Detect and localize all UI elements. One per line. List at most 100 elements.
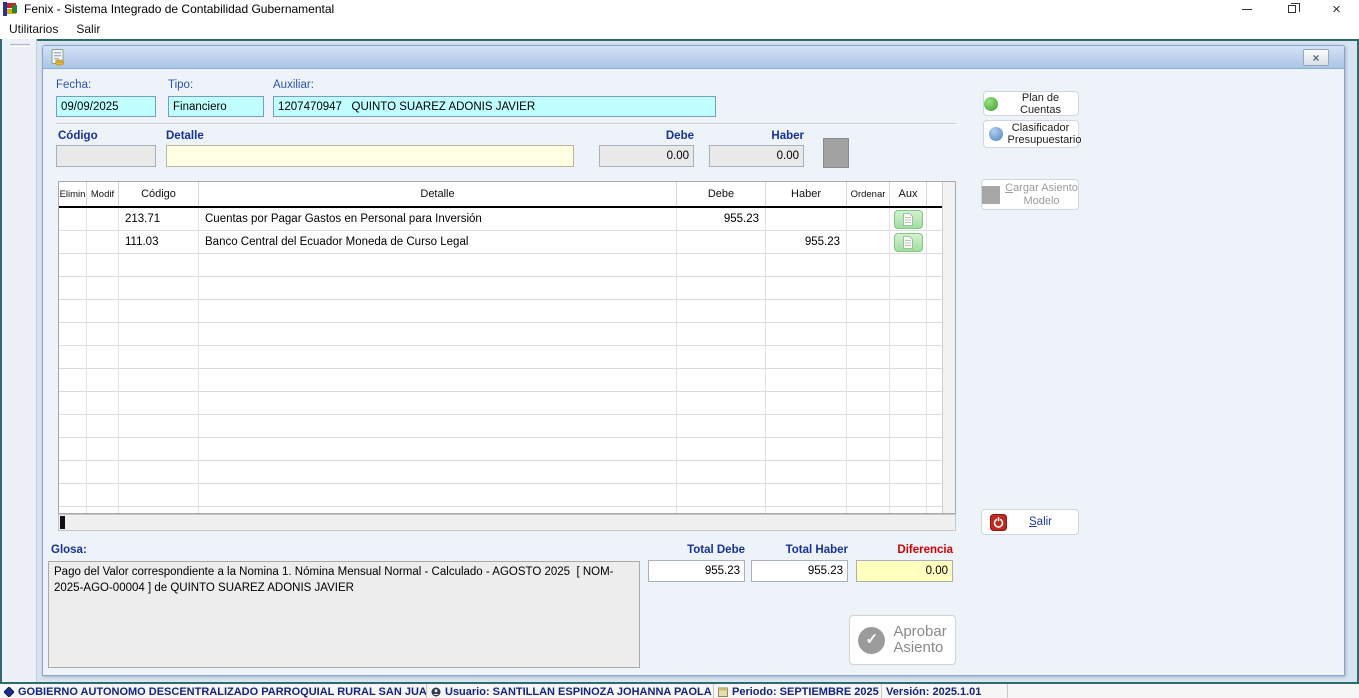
menu-utilitarios[interactable]: Utilitarios	[0, 19, 67, 39]
cell-debe	[677, 231, 766, 253]
detalle-input[interactable]	[166, 145, 574, 167]
asiento-grid: Elimin Modif Código Detalle Debe Haber O…	[58, 181, 956, 514]
auxiliar-label: Auxiliar:	[273, 79, 314, 91]
cell-debe: 955.23	[677, 208, 766, 230]
left-collapsed-panel[interactable]	[2, 39, 37, 682]
empty-row[interactable]	[59, 415, 943, 438]
salir-label: Salir	[1029, 516, 1052, 528]
restore-button[interactable]	[1269, 0, 1314, 18]
app-window: Fenix - Sistema Integrado de Contabilida…	[0, 0, 1359, 698]
detalle-label: Detalle	[166, 130, 204, 142]
empty-row[interactable]	[59, 369, 943, 392]
grid-header-row: Elimin Modif Código Detalle Debe Haber O…	[59, 182, 943, 208]
scrollbar-thumb[interactable]	[60, 516, 65, 529]
aprobar-asiento-button[interactable]: ✓ AprobarAsiento	[849, 615, 956, 665]
cargar-asiento-modelo-button[interactable]: Cargar AsientoModelo	[981, 179, 1079, 210]
empty-row[interactable]	[59, 323, 943, 346]
status-spacer	[1008, 684, 1359, 698]
empty-row[interactable]	[59, 277, 943, 300]
table-vertical-scrollbar[interactable]	[942, 182, 955, 513]
salir-button[interactable]: Salir	[981, 509, 1079, 535]
status-entity: GOBIERNO AUTONOMO DESCENTRALIZADO PARROQ…	[0, 684, 427, 698]
child-title-bar: ×	[43, 46, 1344, 69]
codigo-label: Código	[58, 130, 98, 142]
col-codigo[interactable]: Código	[119, 182, 199, 206]
status-bar: GOBIERNO AUTONOMO DESCENTRALIZADO PARROQ…	[0, 684, 1359, 698]
codigo-input[interactable]	[56, 145, 156, 167]
cell-haber: 955.23	[766, 231, 847, 253]
cargar-label: Cargar AsientoModelo	[1005, 182, 1078, 207]
document-lines-icon	[903, 213, 913, 226]
cell-haber	[766, 208, 847, 230]
fecha-label: Fecha:	[56, 79, 91, 91]
gray-square-icon	[982, 186, 1000, 204]
aprobar-label: AprobarAsiento	[893, 624, 946, 657]
empty-row[interactable]	[59, 484, 943, 507]
empty-row[interactable]	[59, 346, 943, 369]
col-haber[interactable]: Haber	[766, 182, 847, 206]
empty-row[interactable]	[59, 300, 943, 323]
col-debe[interactable]: Debe	[677, 182, 766, 206]
table-horizontal-scrollbar[interactable]	[58, 514, 956, 531]
separator-line	[56, 123, 956, 125]
col-elimin[interactable]: Elimin	[59, 182, 87, 206]
document-coins-icon	[50, 49, 66, 66]
restore-icon	[1288, 5, 1296, 13]
total-haber-value	[751, 560, 848, 582]
check-icon: ✓	[858, 627, 885, 654]
app-icon	[3, 2, 18, 16]
auxiliar-input[interactable]	[273, 96, 716, 117]
close-icon: ×	[1332, 1, 1341, 18]
haber-label: Haber	[709, 130, 804, 142]
empty-row[interactable]	[59, 392, 943, 415]
col-ordenar[interactable]: Ordenar	[847, 182, 890, 206]
col-aux[interactable]: Aux	[890, 182, 927, 206]
cell-codigo: 111.03	[119, 231, 199, 253]
table-row[interactable]: 213.71 Cuentas por Pagar Gastos en Perso…	[59, 208, 943, 231]
aux-button[interactable]	[894, 210, 923, 229]
debe-label: Debe	[599, 130, 694, 142]
haber-input[interactable]	[709, 145, 804, 167]
panel-grip[interactable]	[10, 44, 30, 47]
total-debe-label: Total Debe	[648, 544, 745, 556]
clasificador-label: Clasificador Presupuestario	[1008, 122, 1074, 146]
menu-salir[interactable]: Salir	[67, 19, 109, 39]
table-row[interactable]: 111.03 Banco Central del Ecuador Moneda …	[59, 231, 943, 254]
cell-detalle: Cuentas por Pagar Gastos en Personal par…	[199, 208, 677, 230]
aux-button[interactable]	[894, 233, 923, 252]
col-detalle[interactable]: Detalle	[199, 182, 677, 206]
tipo-label: Tipo:	[168, 79, 193, 91]
user-icon	[431, 687, 441, 697]
clasificador-presupuestario-button[interactable]: Clasificador Presupuestario	[983, 120, 1079, 148]
menu-bar: Utilitarios Salir	[0, 18, 1359, 39]
total-debe-value	[648, 560, 745, 582]
debe-input[interactable]	[599, 145, 694, 167]
glosa-label: Glosa:	[51, 544, 87, 556]
plan-de-cuentas-button[interactable]: Plan de Cuentas	[983, 91, 1079, 116]
total-haber-label: Total Haber	[751, 544, 848, 556]
title-bar: Fenix - Sistema Integrado de Contabilida…	[0, 0, 1359, 18]
document-lines-icon	[903, 236, 913, 249]
power-icon	[990, 514, 1007, 531]
add-entry-button[interactable]	[823, 138, 849, 168]
empty-row[interactable]	[59, 438, 943, 461]
asiento-window: × Fecha: Tipo: Auxiliar: Código Detalle …	[42, 45, 1345, 676]
diferencia-value	[856, 560, 953, 582]
green-sphere-icon	[984, 97, 998, 111]
close-button[interactable]: ×	[1314, 0, 1359, 18]
tipo-input[interactable]	[168, 96, 264, 117]
status-version: Versión: 2025.1.01	[882, 684, 1008, 698]
status-periodo: Periodo: SEPTIEMBRE 2025	[714, 684, 882, 698]
plan-de-cuentas-label: Plan de Cuentas	[1003, 92, 1078, 116]
child-close-button[interactable]: ×	[1303, 49, 1329, 66]
minimize-button[interactable]	[1224, 0, 1269, 18]
entity-icon	[4, 687, 14, 697]
fecha-input[interactable]	[56, 96, 156, 117]
glosa-text[interactable]: Pago del Valor correspondiente a la Nomi…	[48, 561, 640, 668]
col-modif[interactable]: Modif	[87, 182, 119, 206]
cell-codigo: 213.71	[119, 208, 199, 230]
empty-row[interactable]	[59, 254, 943, 277]
empty-row[interactable]	[59, 461, 943, 484]
empty-row[interactable]	[59, 507, 943, 514]
window-title: Fenix - Sistema Integrado de Contabilida…	[24, 2, 334, 16]
